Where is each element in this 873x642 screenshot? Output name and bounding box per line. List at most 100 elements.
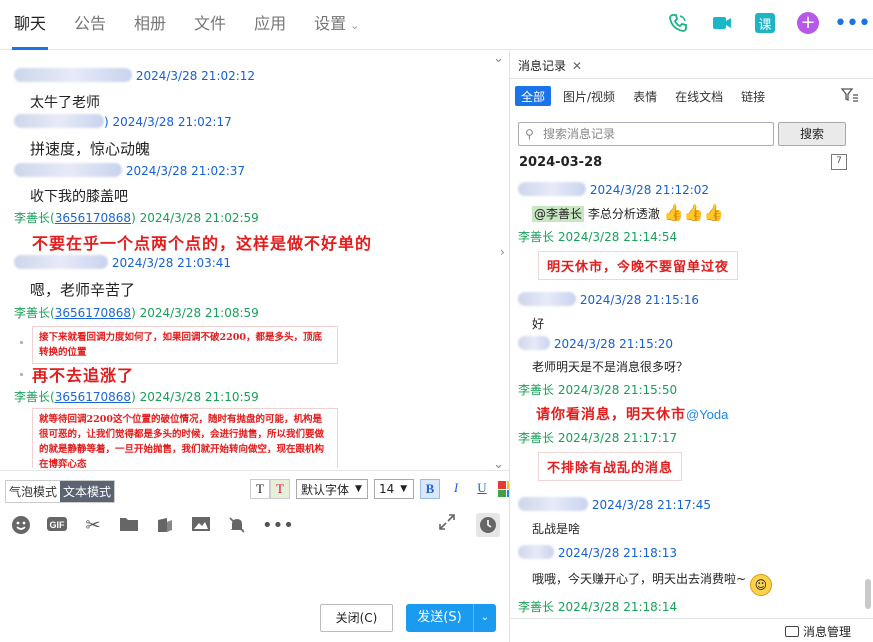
course-icon[interactable]: 课 xyxy=(755,13,775,33)
message-management-button[interactable]: 消息管理 xyxy=(784,623,851,640)
filter-all[interactable]: 全部 xyxy=(515,86,552,106)
bold-button[interactable]: B xyxy=(420,479,440,499)
scrollbar[interactable] xyxy=(865,579,871,609)
italic-button[interactable]: I xyxy=(446,479,466,499)
message-meta: 2024/3/28 21:03:41 xyxy=(14,255,231,270)
chevron-right-icon[interactable]: › xyxy=(500,245,505,259)
message-text-2: 再不去追涨了 xyxy=(32,366,135,385)
emoji-icon[interactable] xyxy=(10,515,32,537)
blurred-name xyxy=(14,114,104,128)
laughing-emoji-icon: ☺ xyxy=(749,574,772,596)
tab-apps[interactable]: 应用 xyxy=(240,0,300,50)
close-icon[interactable]: ✕ xyxy=(572,59,582,73)
message-meta: 2024/3/28 21:02:12 xyxy=(14,68,255,83)
message-text: 接下来就看回调力度如何了，如果回调不破2200，都是多头，顶底转换的位置 xyxy=(32,326,338,364)
gif-icon[interactable]: GIF xyxy=(46,515,68,537)
message-history-panel: 消息记录 ✕ 全部 图片/视频 表情 在线文档 链接 ⚲ 搜索消息记录 搜索 20… xyxy=(510,51,873,642)
sender-name: 李善长 xyxy=(518,383,555,397)
close-button[interactable]: 关闭(C) xyxy=(320,604,393,632)
history-clock-icon[interactable] xyxy=(476,513,500,537)
history-title: 消息记录 xyxy=(518,59,567,73)
collapse-icon[interactable]: ⌄ xyxy=(493,457,504,468)
filter-docs[interactable]: 在线文档 xyxy=(669,86,729,106)
folder-icon[interactable] xyxy=(118,515,140,537)
filter-emoji[interactable]: 表情 xyxy=(627,86,663,106)
message-text: 请你看消息，明天休市 xyxy=(536,407,686,423)
more-icon[interactable]: ••• xyxy=(262,515,294,537)
message-text: 哦哦，今天赚开心了，明天出去消费啦~ xyxy=(532,572,747,586)
bullet-dot xyxy=(20,373,23,376)
mute-bell-icon[interactable] xyxy=(226,515,248,537)
sender-uid-link[interactable]: 3656170868 xyxy=(55,306,131,320)
calendar-icon[interactable]: 7 xyxy=(831,154,847,170)
blurred-name xyxy=(518,336,550,350)
message-time: 2024/3/28 21:18:13 xyxy=(557,546,678,560)
tab-files[interactable]: 文件 xyxy=(180,0,240,50)
expand-icon[interactable] xyxy=(436,513,458,535)
history-message: 乱战是啥 xyxy=(532,522,581,536)
history-message: 哦哦，今天赚开心了，明天出去消费啦~ ☺ xyxy=(532,570,772,596)
underline-button[interactable]: U xyxy=(472,479,492,499)
message-text: 收下我的膝盖吧 xyxy=(30,189,128,205)
video-icon[interactable] xyxy=(711,12,733,34)
history-message: 请你看消息，明天休市@Yoda xyxy=(536,404,728,424)
text-mode-button[interactable]: 文本模式 xyxy=(60,481,115,502)
chevron-down-icon[interactable]: ⌄ xyxy=(474,604,496,632)
history-footer: 消息管理 xyxy=(510,618,873,642)
search-input[interactable]: ⚲ 搜索消息记录 xyxy=(518,122,774,146)
more-icon[interactable]: ••• xyxy=(834,11,871,36)
chevron-down-icon: ▼ xyxy=(400,484,408,494)
sender-name: 李善长 xyxy=(518,431,555,445)
tab-bar: 聊天 公告 相册 文件 应用 设置 ⌄ xyxy=(0,0,373,50)
send-button[interactable]: 发送(S) ⌄ xyxy=(406,604,496,632)
tab-chat[interactable]: 聊天 xyxy=(0,0,60,50)
message-editor: 气泡模式 文本模式 T T 默认字体 ▼ 14 ▼ B I U GIF ✂ ••• … xyxy=(0,470,514,642)
screenshot-icon[interactable] xyxy=(154,515,176,537)
chat-area[interactable]: ° ⌄ 2024/3/28 21:02:12 太牛了老师 ) 2024/3/28… xyxy=(0,51,510,468)
message-management-label: 消息管理 xyxy=(802,625,851,639)
send-button-label: 发送(S) xyxy=(406,604,474,632)
mention-tag: @Yoda xyxy=(686,407,729,422)
mode-switch: 气泡模式 文本模式 xyxy=(5,480,116,503)
sender-uid-link[interactable]: 3656170868 xyxy=(55,390,131,404)
history-message: @李善长 李总分析透澈 👍👍👍 xyxy=(532,203,723,222)
add-icon[interactable]: + xyxy=(797,12,819,34)
filter-links[interactable]: 链接 xyxy=(735,86,771,106)
phone-icon[interactable] xyxy=(667,12,689,34)
history-meta: 2024/3/28 21:15:20 xyxy=(518,336,673,351)
filter-media[interactable]: 图片/视频 xyxy=(557,86,621,106)
bubble-mode-button[interactable]: 气泡模式 xyxy=(6,481,60,502)
font-select[interactable]: 默认字体 ▼ xyxy=(296,479,368,499)
history-meta: 李善长 2024/3/28 21:17:17 xyxy=(518,429,677,446)
text-color-icon[interactable]: T xyxy=(270,479,290,499)
search-icon: ⚲ xyxy=(525,127,534,141)
message-meta: 2024/3/28 21:02:37 xyxy=(14,163,245,178)
sender-uid-link[interactable]: 3656170868 xyxy=(55,211,131,225)
filter-icon[interactable] xyxy=(840,88,859,106)
message-time: 2024/3/28 21:15:20 xyxy=(553,337,674,351)
scissors-icon[interactable]: ✂ xyxy=(82,515,104,537)
message-meta: 李善长(3656170868) 2024/3/28 21:02:59 xyxy=(14,211,259,225)
search-button[interactable]: 搜索 xyxy=(778,122,846,146)
blurred-name xyxy=(14,163,122,177)
history-message: 好 xyxy=(532,317,545,331)
font-size-select[interactable]: 14 ▼ xyxy=(374,479,414,499)
history-message: 明天休市，今晚不要留单过夜 xyxy=(538,251,739,280)
message-time: 2024/3/28 21:17:17 xyxy=(557,431,678,445)
tab-album[interactable]: 相册 xyxy=(120,0,180,50)
message-time: 2024/3/28 21:17:45 xyxy=(591,498,712,512)
tab-settings[interactable]: 设置 ⌄ xyxy=(300,0,373,50)
chevron-down-icon: ▼ xyxy=(355,484,362,494)
text-style-icon[interactable]: T xyxy=(250,479,270,499)
message-text: 拼速度，惊心动魄 xyxy=(30,140,151,158)
sender-name: 李善长 xyxy=(14,211,51,225)
message-time: 2024/3/28 21:02:37 xyxy=(125,164,246,178)
bullet-dot xyxy=(20,341,23,344)
history-tab[interactable]: 消息记录 ✕ xyxy=(518,57,582,74)
image-icon[interactable] xyxy=(190,515,212,537)
top-nav: 聊天 公告 相册 文件 应用 设置 ⌄ 课 + ••• xyxy=(0,0,873,50)
editor-tools: GIF ✂ ••• xyxy=(10,515,294,537)
collapse-icon[interactable]: ⌄ xyxy=(493,51,504,66)
message-text: ° xyxy=(30,51,36,59)
tab-announcement[interactable]: 公告 xyxy=(60,0,120,50)
